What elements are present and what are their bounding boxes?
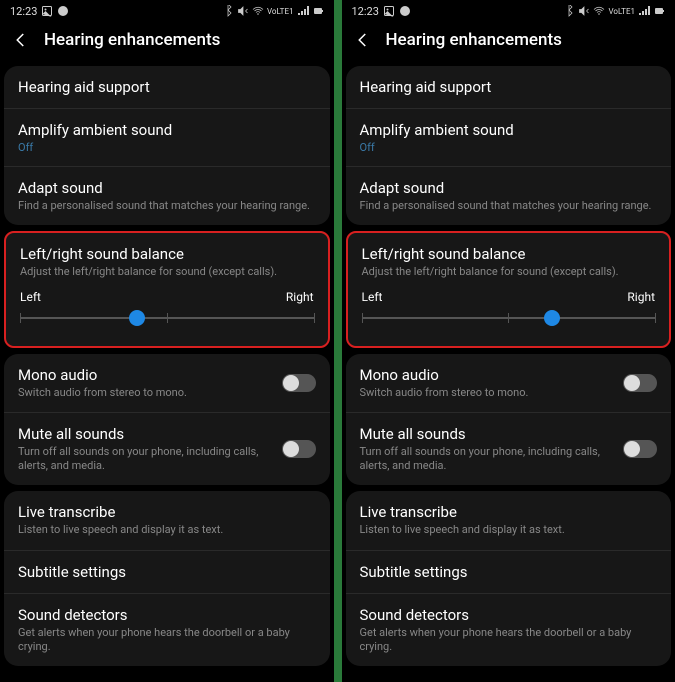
item-adapt[interactable]: Adapt sound Find a personalised sound th… [4,167,330,225]
phone-right: 12:23 VoLTE1 Hearing enhancements Hearin… [342,0,675,682]
network-label: VoLTE1 [267,7,294,16]
mute-icon [237,5,249,17]
status-bar: 12:23 VoLTE1 [0,0,334,22]
settings-content: Hearing aid support Amplify ambient soun… [0,60,334,682]
signal-icon [638,5,650,17]
item-balance-highlighted: Left/right sound balance Adjust the left… [4,231,330,347]
balance-slider[interactable] [20,308,314,328]
item-hearing-aid[interactable]: Hearing aid support [346,66,672,109]
item-mute[interactable]: Mute all sounds Turn off all sounds on y… [346,413,672,486]
mute-toggle[interactable] [623,440,657,458]
section-extras: Live transcribe Listen to live speech an… [346,491,672,666]
item-adapt[interactable]: Adapt sound Find a personalised sound th… [346,167,672,225]
item-amplify[interactable]: Amplify ambient sound Off [4,109,330,167]
status-time: 12:23 [10,5,37,18]
spotify-icon [399,5,411,17]
battery-icon [653,5,665,17]
app-header: Hearing enhancements [0,22,334,60]
item-hearing-aid[interactable]: Hearing aid support [4,66,330,109]
status-time: 12:23 [352,5,379,18]
network-label: VoLTE1 [608,7,635,16]
status-bar: 12:23 VoLTE1 [342,0,675,22]
item-balance-highlighted: Left/right sound balance Adjust the left… [346,231,672,347]
section-audio: Mono audio Switch audio from stereo to m… [346,354,672,486]
mute-toggle[interactable] [282,440,316,458]
item-subtitle[interactable]: Subtitle settings [346,551,672,594]
balance-left-label: Left [362,290,383,304]
section-hearing: Hearing aid support Amplify ambient soun… [346,66,672,225]
phone-left: 12:23 VoLTE1 Hearing enhancements Hearin… [0,0,334,682]
battery-icon [312,5,324,17]
gallery-icon [41,5,53,17]
mute-icon [578,5,590,17]
balance-right-label: Right [627,290,655,304]
item-mono[interactable]: Mono audio Switch audio from stereo to m… [4,354,330,413]
balance-labels: Left Right [362,290,656,304]
item-transcribe[interactable]: Live transcribe Listen to live speech an… [346,491,672,550]
mono-toggle[interactable] [623,374,657,392]
slider-thumb[interactable] [544,310,560,326]
item-transcribe[interactable]: Live transcribe Listen to live speech an… [4,491,330,550]
balance-left-label: Left [20,290,41,304]
signal-icon [297,5,309,17]
balance-slider[interactable] [362,308,656,328]
wifi-icon [593,5,605,17]
bluetooth-icon [563,5,575,17]
item-subtitle[interactable]: Subtitle settings [4,551,330,594]
section-hearing: Hearing aid support Amplify ambient soun… [4,66,330,225]
app-header: Hearing enhancements [342,22,675,60]
page-title: Hearing enhancements [44,30,220,50]
item-detectors[interactable]: Sound detectors Get alerts when your pho… [346,594,672,667]
page-title: Hearing enhancements [386,30,562,50]
mono-toggle[interactable] [282,374,316,392]
section-extras: Live transcribe Listen to live speech an… [4,491,330,666]
section-audio: Mono audio Switch audio from stereo to m… [4,354,330,486]
back-icon[interactable] [12,31,30,49]
spotify-icon [57,5,69,17]
item-mono[interactable]: Mono audio Switch audio from stereo to m… [346,354,672,413]
back-icon[interactable] [354,31,372,49]
item-detectors[interactable]: Sound detectors Get alerts when your pho… [4,594,330,667]
item-mute[interactable]: Mute all sounds Turn off all sounds on y… [4,413,330,486]
slider-thumb[interactable] [129,310,145,326]
wifi-icon [252,5,264,17]
balance-labels: Left Right [20,290,314,304]
balance-right-label: Right [286,290,314,304]
bluetooth-icon [222,5,234,17]
settings-content: Hearing aid support Amplify ambient soun… [342,60,675,682]
gallery-icon [383,5,395,17]
item-amplify[interactable]: Amplify ambient sound Off [346,109,672,167]
